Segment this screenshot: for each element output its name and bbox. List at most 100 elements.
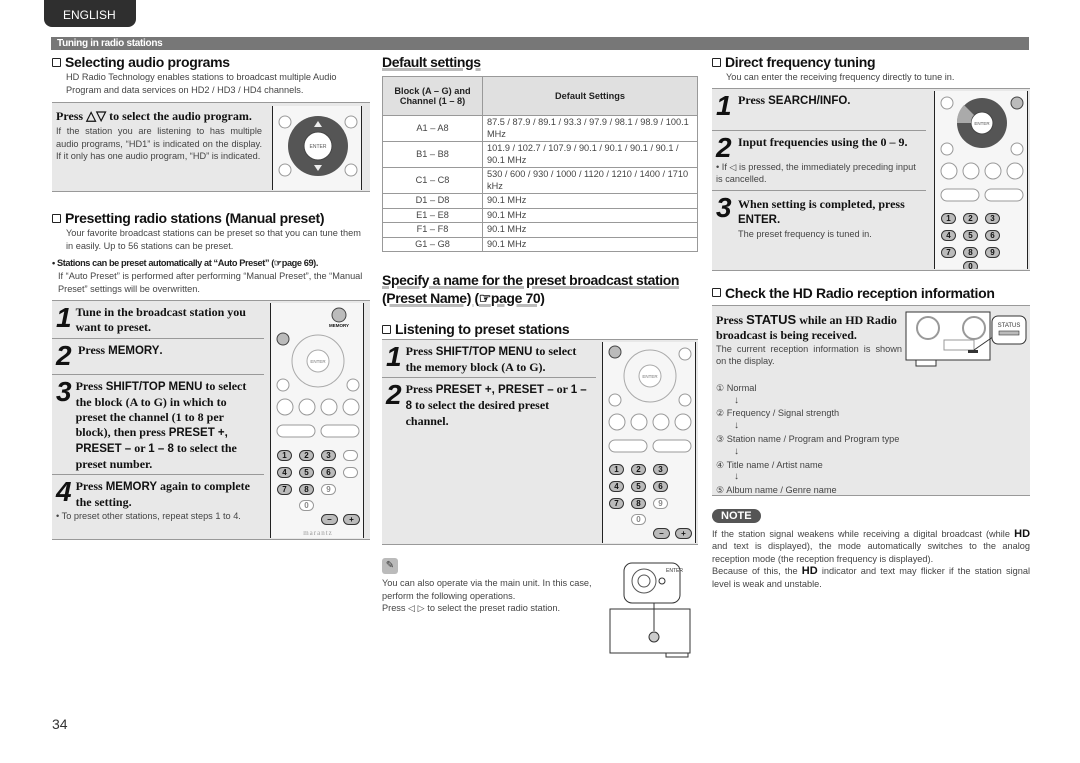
- preset-name-title-line2: (Preset Name) (☞page 70): [382, 290, 545, 306]
- reception-item-station: ③ Station name / Program and Program typ…: [716, 433, 900, 444]
- default-settings-heading: Default settings: [382, 54, 481, 70]
- preset-step-2: 2 Press MEMORY.: [52, 339, 264, 376]
- remote-button-2: 2: [963, 212, 978, 224]
- remote-button-3: 3: [653, 464, 668, 475]
- svg-text:ENTER: ENTER: [642, 374, 658, 379]
- preset-step-3: 3 Press SHIFT/TOP MENU to select the blo…: [52, 375, 264, 476]
- table-row: F1 – F8 90.1 MHz: [382, 222, 698, 238]
- reception-item-album: ⑤ Album name / Genre name: [716, 485, 837, 496]
- remote-button-2: 2: [299, 450, 314, 462]
- presetting-steps-box: 1 Tune in the broadcast station you want…: [52, 300, 370, 541]
- direct-intro: You can enter the receiving frequency di…: [726, 72, 955, 82]
- table-row: A1 – A8 87.5 / 87.9 / 89.1 / 93.3 / 97.9 …: [382, 115, 698, 142]
- hd-check-step-title: Press STATUS while an HD Radio broadcast…: [716, 311, 897, 342]
- down-arrow-icon: ↓: [734, 471, 739, 483]
- svg-text:STATUS: STATUS: [998, 323, 1021, 329]
- remote-button-6: 6: [985, 229, 1000, 241]
- remote-button-0: 0: [299, 500, 314, 512]
- remote-button-1: 1: [277, 450, 292, 462]
- presetting-intro: Your favorite broadcast stations can be …: [66, 228, 361, 251]
- reception-item-frequency: ② Frequency / Signal strength: [716, 408, 840, 419]
- table-row: E1 – E8 90.1 MHz: [382, 207, 698, 223]
- checkbox-bullet-icon: [712, 57, 721, 67]
- svg-text:ENTER: ENTER: [310, 144, 327, 150]
- page-reference-icon: ☞: [478, 290, 492, 306]
- preset-name-heading: Specify a name for the preset broadcast …: [382, 272, 698, 307]
- remote-button-1: 1: [941, 212, 956, 224]
- remote-button-7: 7: [277, 484, 292, 496]
- preset-step-4: 4 Press MEMORY again to complete the set…: [56, 476, 250, 522]
- remote-control-icon: MEMORY ENTER: [276, 307, 360, 438]
- remote-button-random: [343, 467, 358, 479]
- left-column: Selecting audio programs HD Radio Techno…: [52, 54, 370, 541]
- remote-button-0: 0: [963, 260, 978, 269]
- table-row: G1 – G8 90.1 MHz: [382, 236, 698, 252]
- listening-steps-box: 1 Press SHIFT/TOP MENU to select the mem…: [382, 339, 698, 545]
- checkbox-bullet-icon: [382, 324, 391, 334]
- note-paragraph-1: If the station signal weakens while rece…: [712, 527, 1031, 564]
- block-channel-cell: A1 – A8: [382, 115, 483, 142]
- block-channel-cell: B1 – B8: [382, 141, 483, 168]
- middle-column: Default settings Block (A – G) and Chann…: [382, 54, 698, 665]
- block-channel-cell: G1 – G8: [382, 236, 483, 252]
- block-channel-cell: F1 – F8: [382, 222, 483, 238]
- remote-button-4: 4: [941, 229, 956, 241]
- selecting-intro: HD Radio Technology enables stations to …: [66, 72, 337, 95]
- checkbox-bullet-icon: [712, 288, 721, 298]
- main-unit-status-illustration: STATUS: [905, 311, 1027, 367]
- remote-button-4: 4: [277, 467, 292, 479]
- note-paragraph-2: Because of this, the HD indicator and te…: [712, 565, 1030, 589]
- note-section: NOTE If the station signal weakens while…: [712, 506, 1030, 591]
- hd-check-heading: Check the HD Radio reception information: [712, 285, 1030, 301]
- remote-brand-logo: marantz: [303, 529, 333, 538]
- table-row: B1 – B8 101.9 / 102.7 / 107.9 / 90.1 / 90…: [382, 141, 698, 168]
- hd-indicator-icon: HD: [801, 565, 818, 578]
- down-arrow-icon: ↓: [734, 394, 739, 406]
- remote-button-preset-plus: +: [343, 514, 360, 526]
- listening-step-1: 1 Press SHIFT/TOP MENU to select the mem…: [382, 340, 596, 378]
- page-number: 34: [52, 716, 68, 732]
- default-setting-cell: 90.1 MHz: [482, 236, 698, 252]
- auto-preset-bullet: • Stations can be preset automatically a…: [52, 258, 318, 269]
- direct-tuning-heading: Direct frequency tuning: [712, 54, 1030, 70]
- default-setting-cell: 530 / 600 / 930 / 1000 / 1120 / 1210 / 1…: [482, 167, 698, 194]
- remote-illustration-full: MEMORY ENTER 1 2 3 4 5 6 7 8 9 0 – + mar…: [270, 303, 364, 539]
- remote-button-0: 0: [631, 514, 646, 525]
- remote-illustration-listening: ENTER 1 2 3 4 5 6 7 8 9 0 – +: [602, 342, 696, 543]
- section-title-bar: Tuning in radio stations: [51, 37, 1029, 50]
- selecting-step-box: Press △▽ to select the audio program. If…: [52, 102, 370, 193]
- remote-button-3: 3: [321, 450, 336, 462]
- remote-control-icon: ENTER: [940, 96, 1024, 202]
- block-channel-cell: E1 – E8: [382, 207, 483, 223]
- preset-name-title-line1: Specify a name for the preset broadcast …: [382, 272, 680, 288]
- block-channel-cell: D1 – D8: [382, 193, 483, 209]
- remote-button-9: 9: [653, 498, 668, 509]
- heading-text: Direct frequency tuning: [725, 54, 876, 70]
- default-setting-cell: 101.9 / 102.7 / 107.9 / 90.1 / 90.1 / 90…: [482, 141, 698, 168]
- checkbox-bullet-icon: [52, 213, 61, 223]
- tip-line-1: You can also operate via the main unit. …: [382, 578, 592, 601]
- table-row: C1 – C8 530 / 600 / 930 / 1000 / 1120 / 1…: [382, 167, 698, 194]
- listening-step-2: 2 Press PRESET +, PRESET – or 1 – 8 to s…: [386, 379, 587, 429]
- table-header-block: Block (A – G) and Channel (1 – 8): [382, 76, 483, 116]
- tip-section: ✎ You can also operate via the main unit…: [382, 555, 698, 665]
- default-setting-cell: 90.1 MHz: [482, 222, 698, 238]
- remote-button-9: 9: [985, 246, 1000, 258]
- page-reference-icon: ☞: [273, 258, 282, 269]
- default-setting-cell: 90.1 MHz: [482, 207, 698, 223]
- remote-button-5: 5: [631, 481, 646, 492]
- remote-button-2: 2: [631, 464, 646, 475]
- presetting-heading: Presetting radio stations (Manual preset…: [52, 210, 370, 226]
- remote-control-icon: ENTER: [608, 345, 692, 453]
- remote-button-5: 5: [299, 467, 314, 479]
- reception-info-list: ① Normal ↓ ② Frequency / Signal strength…: [716, 382, 1026, 497]
- tip-line-2: Press ◁ ▷ to select the preset radio sta…: [382, 603, 561, 614]
- remote-button-preset-plus: +: [675, 528, 692, 539]
- pencil-icon: ✎: [382, 558, 398, 574]
- hd-check-body: The current reception information is sho…: [716, 343, 902, 367]
- checkbox-bullet-icon: [52, 57, 61, 67]
- note-badge: NOTE: [712, 508, 761, 523]
- remote-button-6: 6: [653, 481, 668, 492]
- remote-button-8: 8: [631, 498, 646, 509]
- remote-button-7: 7: [609, 498, 624, 509]
